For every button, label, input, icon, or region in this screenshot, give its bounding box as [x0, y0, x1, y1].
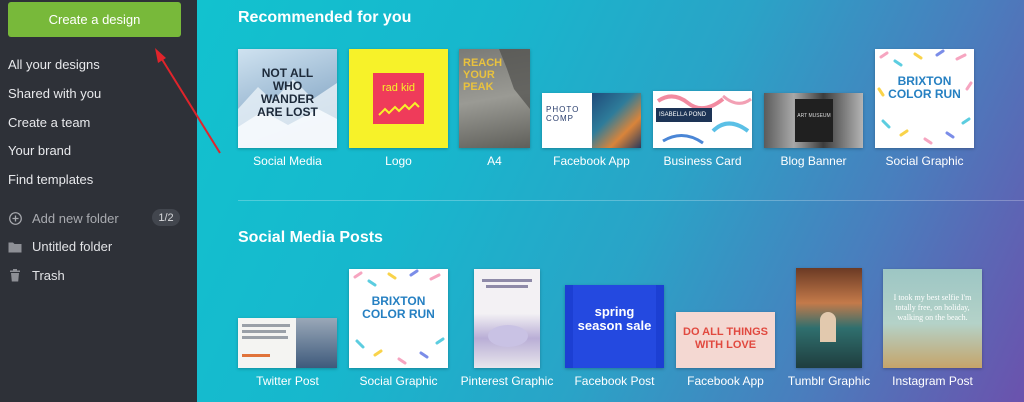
folder-icon [8, 240, 22, 254]
folder-item[interactable]: Untitled folder [8, 239, 112, 254]
label-instagram-post[interactable]: Instagram Post [883, 374, 982, 388]
folder-count-badge: 1/2 [152, 209, 180, 226]
thumb-blog-banner[interactable]: ART MUSEUM [764, 93, 863, 148]
label-business-card[interactable]: Business Card [653, 154, 752, 168]
nav-shared-with-you[interactable]: Shared with you [8, 86, 101, 101]
label-facebook-app[interactable]: Facebook App [542, 154, 641, 168]
thumb-facebook-post[interactable]: spring season sale [565, 285, 664, 368]
main-content: Recommended for you NOT ALL WHO WANDER A… [197, 0, 1024, 402]
label-social-media[interactable]: Social Media [238, 154, 337, 168]
label-twitter-post[interactable]: Twitter Post [238, 374, 337, 388]
thumb-social-graphic[interactable]: BRIXTON COLOR RUN [875, 49, 974, 148]
social-media-posts-title: Social Media Posts [238, 229, 383, 246]
thumb-blog-banner-text: ART MUSEUM [797, 113, 831, 119]
thumb-instagram-post-text: I took my best selfie I'm totally free, … [893, 293, 972, 322]
sidebar: Create a design All your designs Shared … [0, 0, 197, 402]
add-folder-label: Add new folder [32, 211, 119, 226]
section-divider [238, 200, 1024, 201]
label-blog-banner[interactable]: Blog Banner [764, 154, 863, 168]
thumb-social-graphic-2-text: BRIXTON COLOR RUN [362, 294, 435, 321]
thumb-logo[interactable]: rad kid [349, 49, 448, 148]
trash-icon [8, 269, 22, 283]
folder-label: Untitled folder [32, 239, 113, 254]
plus-circle-icon [8, 212, 22, 226]
thumb-business-card-text: ISABELLA POND [656, 108, 712, 122]
label-social-graphic-2[interactable]: Social Graphic [349, 374, 448, 388]
thumb-facebook-app[interactable]: PHOTO COMP [542, 93, 641, 148]
label-facebook-app-2[interactable]: Facebook App [676, 374, 775, 388]
thumb-social-media[interactable]: NOT ALL WHO WANDER ARE LOST [238, 49, 337, 148]
label-a4[interactable]: A4 [459, 154, 530, 168]
thumb-social-graphic-text: BRIXTON COLOR RUN [888, 74, 961, 101]
add-folder-row[interactable]: Add new folder [8, 211, 119, 226]
thumb-tumblr-graphic[interactable] [796, 268, 862, 368]
thumb-logo-text: rad kid [381, 82, 416, 94]
thumb-social-graphic-2[interactable]: BRIXTON COLOR RUN [349, 269, 448, 368]
label-pinterest-graphic[interactable]: Pinterest Graphic [456, 374, 558, 388]
thumb-facebook-post-text: spring season sale [577, 304, 652, 333]
thumb-a4-text: REACH YOUR PEAK [463, 57, 503, 93]
trash-label: Trash [32, 268, 65, 283]
thumb-pinterest-graphic[interactable] [474, 269, 540, 368]
thumb-twitter-post[interactable] [238, 318, 337, 368]
thumb-business-card[interactable]: ISABELLA POND [653, 91, 752, 148]
label-social-graphic[interactable]: Social Graphic [875, 154, 974, 168]
recommended-title: Recommended for you [238, 9, 412, 26]
label-logo[interactable]: Logo [349, 154, 448, 168]
trash-item[interactable]: Trash [8, 268, 65, 283]
nav-find-templates[interactable]: Find templates [8, 172, 93, 187]
label-facebook-post[interactable]: Facebook Post [565, 374, 664, 388]
nav-your-brand[interactable]: Your brand [8, 143, 71, 158]
thumb-instagram-post[interactable]: I took my best selfie I'm totally free, … [883, 269, 982, 368]
thumb-a4[interactable]: REACH YOUR PEAK [459, 49, 530, 148]
thumb-facebook-app-2-text: DO ALL THINGS WITH LOVE [683, 326, 768, 351]
thumb-facebook-app-2[interactable]: DO ALL THINGS WITH LOVE [676, 312, 775, 368]
thumb-social-media-text: NOT ALL WHO WANDER ARE LOST [257, 66, 318, 119]
thumb-facebook-app-text: PHOTO COMP [546, 105, 580, 123]
create-design-button[interactable]: Create a design [8, 2, 181, 37]
nav-create-team[interactable]: Create a team [8, 115, 90, 130]
label-tumblr-graphic[interactable]: Tumblr Graphic [781, 374, 877, 388]
nav-all-designs[interactable]: All your designs [8, 57, 100, 72]
